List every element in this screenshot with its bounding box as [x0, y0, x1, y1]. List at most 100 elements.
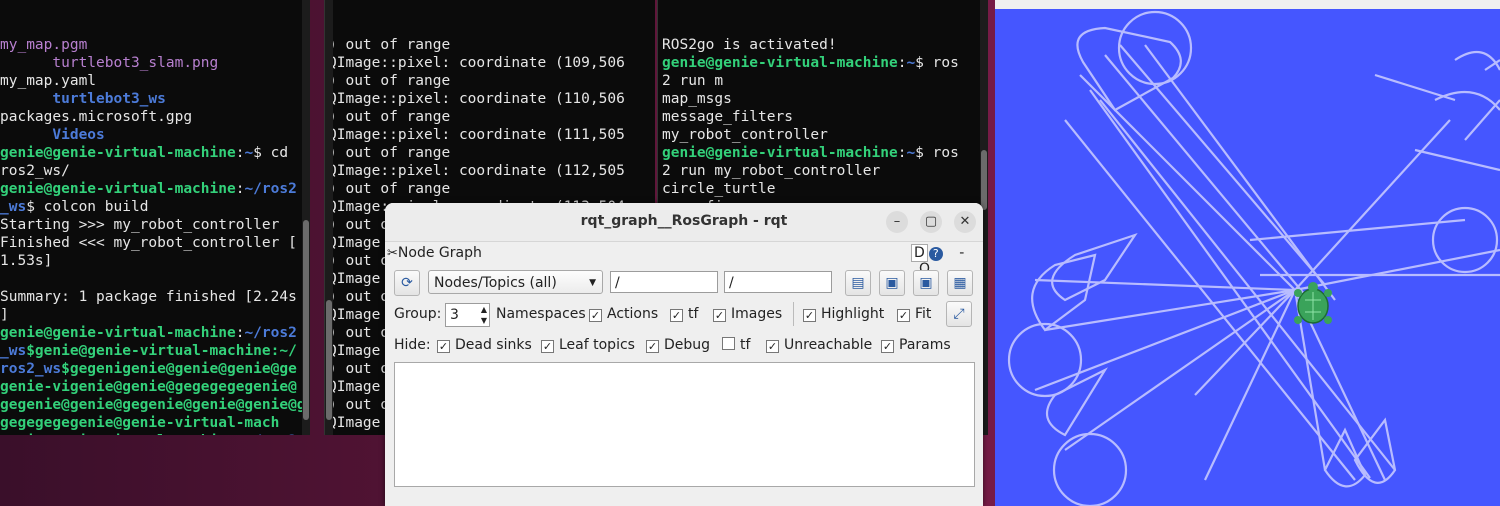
unreachable-label: Unreachable — [784, 337, 873, 353]
terminal-line: genie-vigenie@genie@gegegegegenie@ — [0, 378, 310, 396]
terminal-1-scrollbar[interactable] — [302, 0, 310, 435]
terminal-line: my_robot_controller — [662, 126, 988, 144]
rqt-titlebar[interactable]: rqt_graph__RosGraph - rqt – ▢ ✕ — [385, 203, 983, 242]
namespaces-label: Namespaces — [496, 306, 586, 322]
spin-arrows-icon[interactable]: ▲ ▼ — [481, 304, 487, 326]
checkbox-icon[interactable]: ✓ — [897, 309, 910, 322]
checkbox-icon[interactable]: ✓ — [541, 340, 554, 353]
help-icon[interactable]: ? — [928, 247, 943, 261]
terminal-line: _ws$genie@genie-virtual-machine:~/ — [0, 342, 310, 360]
checkbox-icon[interactable]: ✓ — [766, 340, 779, 353]
terminal-line: ) out of range — [328, 73, 451, 89]
terminal-text: genie-vigenie@genie@gegegegegenie@ — [0, 379, 297, 395]
checkbox-icon[interactable]: ✓ — [713, 309, 726, 322]
tf-hide-checkbox[interactable]: tf — [722, 337, 750, 353]
terminal-text: ROS2go is activated! — [662, 37, 837, 53]
terminal-text: gegegegegenie@genie-virtual-mach — [0, 415, 280, 431]
save-image-icon[interactable]: ▦ — [947, 270, 973, 296]
fit-checkbox[interactable]: ✓ Fit — [897, 306, 931, 322]
terminal-text: circle_turtle — [662, 181, 776, 197]
terminal-line: Finished <<< my_robot_controller [ — [0, 234, 310, 252]
close-button[interactable]: ✕ — [954, 211, 976, 233]
terminal-line: ROS2go is activated! — [662, 36, 988, 54]
refresh-icon[interactable]: ⟳ — [394, 270, 420, 296]
terminal-line: Starting >>> my_robot_controller — [0, 216, 310, 234]
terminal-line: ) out of range — [328, 145, 451, 161]
trail-stroke — [1414, 148, 1500, 172]
params-label: Params — [899, 337, 951, 353]
checkbox-icon[interactable]: ✓ — [646, 340, 659, 353]
terminal-line: Summary: 1 package finished [2.24s — [0, 288, 310, 306]
terminal-line: QImage::pixel: coordinate (112,505 — [328, 163, 625, 179]
terminal-line: 1.53s] — [0, 252, 310, 270]
terminal-line: my_map.pgm — [0, 36, 310, 54]
trail-loop — [1117, 10, 1193, 86]
group-value: 3 — [450, 307, 459, 323]
minimize-button[interactable]: – — [886, 211, 908, 233]
checkbox-icon[interactable]: ✓ — [881, 340, 894, 353]
terminal-text: genie@genie-virtual-machine — [0, 433, 236, 435]
terminal-line: ] — [0, 306, 310, 324]
highlight-checkbox[interactable]: ✓ Highlight — [803, 306, 884, 322]
terminal-line: genie@genie-virtual-machine:~/ros2 — [0, 324, 310, 342]
trail-loop — [1454, 50, 1500, 71]
terminal-text: _ws — [0, 343, 27, 359]
terminal-text: my_robot_controller — [662, 127, 828, 143]
checkbox-icon[interactable]: ✓ — [803, 309, 816, 322]
terminal-text: _ws — [0, 199, 27, 215]
dead-sinks-checkbox[interactable]: ✓ Dead sinks — [437, 337, 532, 353]
terminal-line: gegenie@genie@gegenie@genie@genie@ge — [0, 396, 310, 414]
group-spinbox[interactable]: 3 ▲ ▼ — [445, 303, 490, 327]
terminal-line: Videos — [0, 126, 310, 144]
terminal-line: QImage::pixel: coordinate (111,505 — [328, 127, 625, 143]
terminal-line: circle_turtle — [662, 180, 988, 198]
checkbox-icon[interactable]: ✓ — [589, 309, 602, 322]
images-checkbox[interactable]: ✓ Images — [713, 306, 782, 322]
turtlesim-window — [995, 0, 1500, 506]
save-svg-icon[interactable]: ▣ — [913, 270, 939, 296]
checkbox-icon[interactable] — [722, 337, 735, 350]
terminal-window-1[interactable]: my_map.pgm turtlebot3_slam.png my_map.yam… — [0, 0, 310, 435]
topic-filter-input[interactable]: / — [724, 271, 832, 293]
params-checkbox[interactable]: ✓ Params — [881, 337, 951, 353]
terminal-line: ros2_ws/ — [0, 162, 310, 180]
terminal-text: $ ros — [915, 55, 959, 71]
trail-loop — [1431, 206, 1499, 274]
load-dot-icon[interactable]: ▤ — [845, 270, 871, 296]
tf-label: tf — [688, 306, 699, 322]
graph-mode-select[interactable]: Nodes/Topics (all) ▼ — [428, 270, 603, 294]
leaf-topics-checkbox[interactable]: ✓ Leaf topics — [541, 337, 635, 353]
actions-checkbox[interactable]: ✓ Actions — [589, 306, 658, 322]
trail-stroke — [1144, 44, 1336, 301]
graph-canvas[interactable] — [394, 362, 975, 487]
namespaces-checkbox[interactable]: Namespaces — [496, 306, 586, 322]
node-filter-input[interactable]: / — [610, 271, 718, 293]
debug-checkbox[interactable]: ✓ Debug — [646, 337, 710, 353]
terminal-line: QImage::pixel: coordinate (110,506 — [328, 91, 625, 107]
unreachable-checkbox[interactable]: ✓ Unreachable — [766, 337, 872, 353]
terminal-text: Finished <<< my_robot_controller [ — [0, 235, 297, 251]
plugin-minimize-button[interactable]: - — [959, 245, 964, 261]
save-dot-icon[interactable]: ▣ — [879, 270, 905, 296]
debug-label: Debug — [664, 337, 711, 353]
terminal-line: genie@genie-virtual-machine:~/ros2 — [0, 432, 310, 435]
terminal-text: Summary: 1 package finished [2.24s — [0, 289, 297, 305]
terminal-line: _ws$ colcon build — [0, 198, 310, 216]
trail-stroke — [1079, 74, 1296, 291]
terminal-text: my_map.yaml — [0, 73, 97, 89]
terminal-text: genie@genie-virtual-machine — [0, 325, 236, 341]
terminal-2-scrollbar[interactable] — [325, 0, 333, 435]
tf-hide-label: tf — [740, 337, 751, 353]
terminal-line: gegegegegenie@genie-virtual-mach — [0, 414, 310, 432]
terminal-line: genie@genie-virtual-machine:~$ ros — [662, 54, 988, 72]
checkbox-icon[interactable]: ✓ — [437, 340, 450, 353]
checkbox-icon[interactable]: ✓ — [670, 309, 683, 322]
trail-loop — [1052, 432, 1128, 506]
fit-in-view-icon[interactable]: ⤢ — [946, 301, 972, 327]
terminal-text: $genie@genie-virtual-machine:~/ — [26, 343, 297, 359]
rqt-graph-window[interactable]: rqt_graph__RosGraph - rqt – ▢ ✕ ✂Node Gr… — [385, 203, 983, 506]
plugin-help-button[interactable]: D — [911, 244, 928, 262]
tf-checkbox[interactable]: ✓ tf — [670, 306, 698, 322]
maximize-button[interactable]: ▢ — [920, 211, 942, 233]
terminal-text: ~/ros2 — [244, 325, 297, 341]
